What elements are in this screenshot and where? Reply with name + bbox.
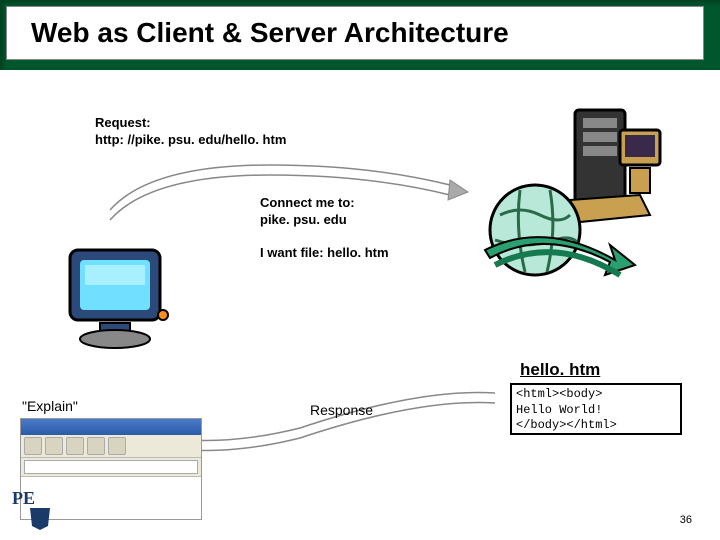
server-computer-icon: [465, 100, 665, 300]
title-inner: Web as Client & Server Architecture: [6, 6, 704, 60]
html-content-box: <html><body> Hello World! </body></html>: [510, 383, 682, 435]
connect-heading: Connect me to:: [260, 195, 355, 210]
file-name-label: hello. htm: [520, 360, 600, 380]
title-bar: Web as Client & Server Architecture: [0, 0, 720, 70]
html-line3: </body></html>: [516, 418, 617, 432]
penn-letters: PE: [12, 488, 35, 508]
request-url: http: //pike. psu. edu/hello. htm: [95, 132, 286, 147]
client-monitor-icon: [55, 245, 185, 355]
pennstate-badge-icon: PE: [10, 486, 70, 530]
slide-title: Web as Client & Server Architecture: [31, 17, 509, 49]
page-number: 36: [680, 514, 692, 526]
request-label: Request: http: //pike. psu. edu/hello. h…: [95, 115, 286, 149]
explain-label: "Explain": [22, 398, 78, 414]
response-label: Response: [310, 402, 373, 418]
html-line2: Hello World!: [516, 403, 602, 417]
html-line1: <html><body>: [516, 387, 602, 401]
connect-label: Connect me to: pike. psu. edu: [260, 195, 355, 229]
connect-host: pike. psu. edu: [260, 212, 347, 227]
request-heading: Request:: [95, 115, 151, 130]
want-file-label: I want file: hello. htm: [260, 245, 389, 260]
